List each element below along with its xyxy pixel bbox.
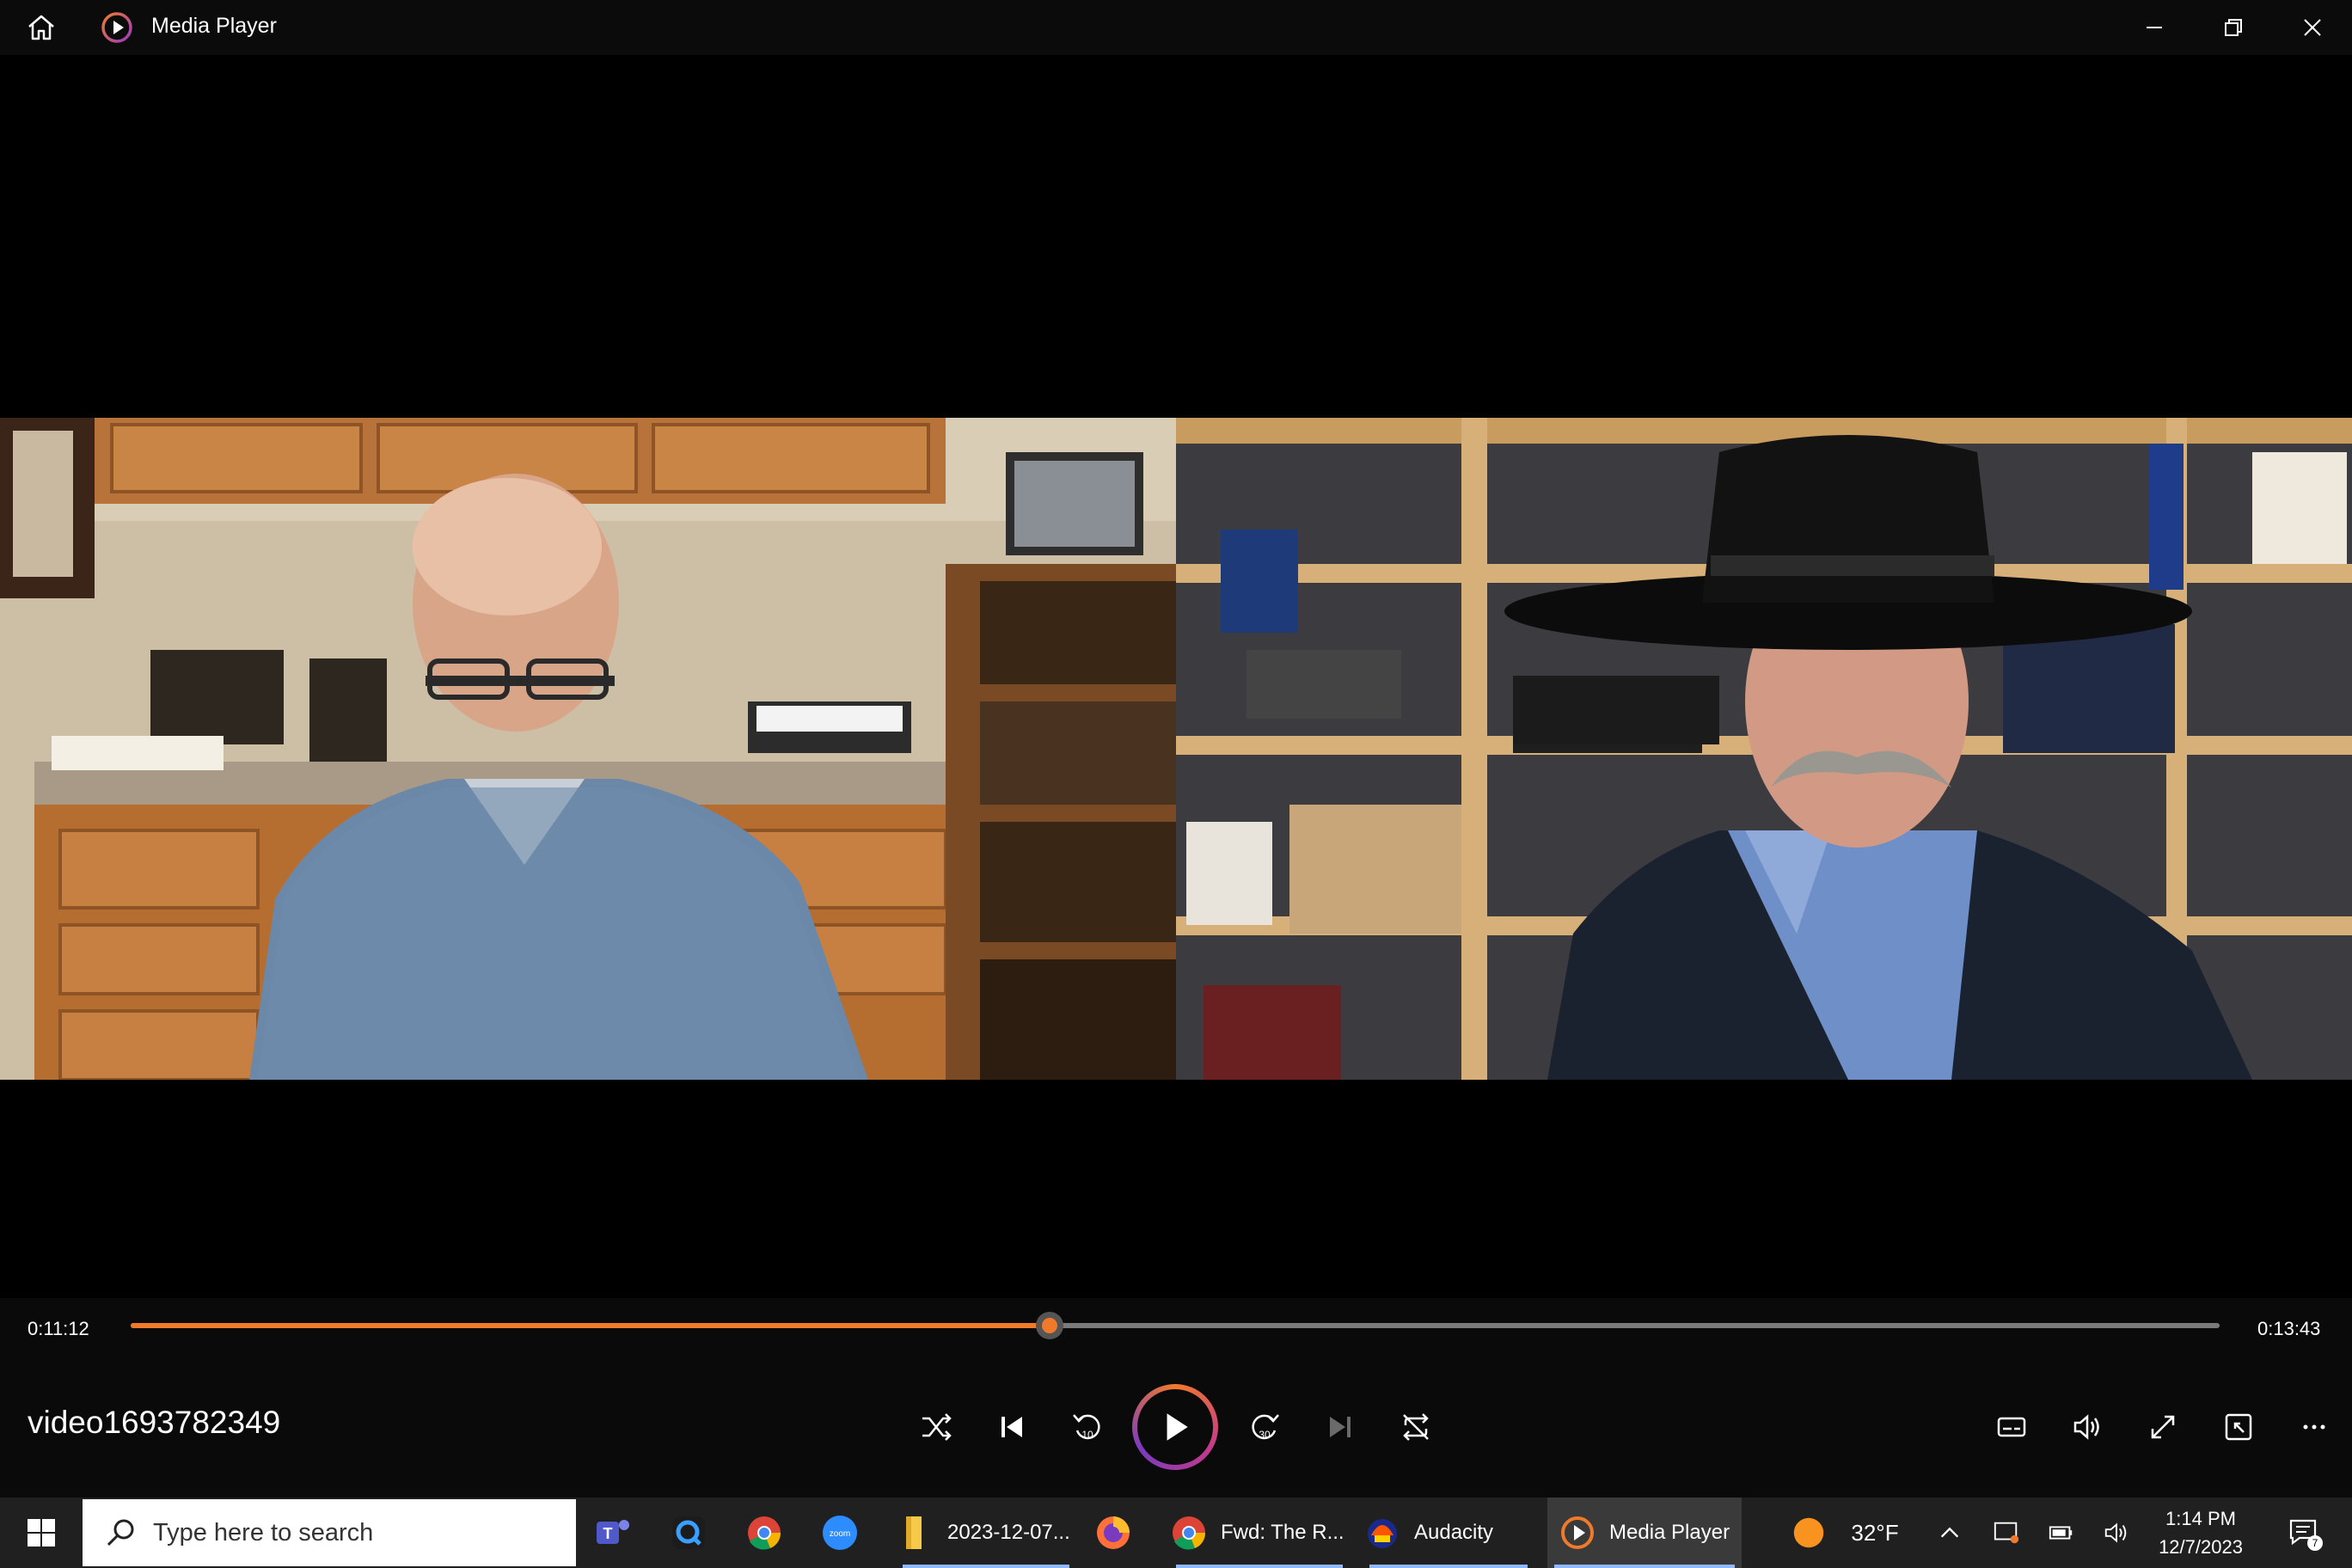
left-video-participant [0, 418, 1176, 1080]
next-icon[interactable] [1308, 1394, 1373, 1460]
teams-icon: T [593, 1513, 633, 1553]
taskbar: Type here to search T zoom 2023-12-07...… [0, 1498, 2352, 1568]
rewind-10-icon[interactable]: 10 [1055, 1394, 1120, 1460]
firefox-icon [1093, 1513, 1133, 1553]
audacity-icon [1363, 1513, 1402, 1553]
taskbar-audacity[interactable]: Audacity [1363, 1498, 1534, 1568]
windows-start-icon[interactable] [0, 1498, 83, 1568]
taskbar-quick-assist[interactable] [669, 1498, 726, 1568]
taskbar-chrome[interactable] [744, 1498, 801, 1568]
taskbar-firefox[interactable] [1093, 1498, 1150, 1568]
taskbar-teams[interactable]: T [593, 1498, 650, 1568]
svg-text:zoom: zoom [830, 1529, 850, 1539]
seek-bar[interactable] [131, 1312, 2220, 1339]
svg-text:T: T [603, 1525, 613, 1542]
shuffle-icon[interactable] [903, 1394, 969, 1460]
weather-icon[interactable] [1781, 1498, 1836, 1568]
seek-thumb[interactable] [1036, 1312, 1064, 1339]
folder-icon [896, 1513, 935, 1553]
chrome-profile-icon [1169, 1513, 1209, 1553]
forward-30-icon[interactable]: 30 [1232, 1394, 1297, 1460]
taskbar-chrome-label: Fwd: The R... [1221, 1521, 1344, 1544]
play-button[interactable] [1132, 1384, 1218, 1470]
taskbar-media-player[interactable]: Media Player [1547, 1498, 1742, 1568]
close-icon[interactable] [2273, 0, 2352, 55]
clock-date: 12/7/2023 [2159, 1536, 2243, 1558]
svg-text:30: 30 [1259, 1429, 1271, 1441]
right-video-participant [1176, 418, 2352, 1080]
svg-text:7: 7 [2312, 1537, 2318, 1549]
quick-assist-icon [669, 1513, 708, 1553]
network-remote-icon[interactable] [1982, 1498, 2030, 1568]
chevron-up-icon[interactable] [1926, 1498, 1974, 1568]
active-indicator [1554, 1565, 1735, 1568]
taskbar-search[interactable]: Type here to search [83, 1499, 576, 1566]
total-duration: 0:13:43 [2257, 1318, 2321, 1339]
minimize-icon[interactable] [2115, 0, 2194, 55]
video-frame[interactable] [0, 418, 2352, 1080]
more-icon[interactable] [2282, 1394, 2347, 1460]
clock-time: 1:14 PM [2165, 1508, 2236, 1529]
seek-progress [131, 1323, 1050, 1328]
taskbar-folder[interactable]: 2023-12-07... [896, 1498, 1076, 1568]
search-placeholder: Type here to search [153, 1518, 374, 1547]
active-indicator [903, 1565, 1069, 1568]
media-player-app-icon [100, 10, 134, 45]
taskbar-clock[interactable]: 1:14 PM 12/7/2023 [2141, 1504, 2261, 1561]
weather-temp[interactable]: 32°F [1836, 1498, 1914, 1568]
play-icon [1167, 1413, 1188, 1441]
fullscreen-icon[interactable] [2130, 1394, 2196, 1460]
taskbar-folder-label: 2023-12-07... [947, 1521, 1070, 1544]
active-indicator [1369, 1565, 1528, 1568]
window-title: Media Player [151, 14, 277, 38]
restore-icon[interactable] [2194, 0, 2273, 55]
battery-icon[interactable] [2037, 1498, 2086, 1568]
chrome-icon [744, 1513, 784, 1553]
volume-icon[interactable] [2055, 1394, 2120, 1460]
active-indicator [1176, 1565, 1343, 1568]
zoom-icon: zoom [820, 1513, 860, 1553]
notification-icon[interactable]: 7 [2275, 1498, 2335, 1568]
svg-text:10: 10 [1081, 1429, 1093, 1441]
previous-icon[interactable] [979, 1394, 1044, 1460]
miniplayer-icon[interactable] [2206, 1394, 2271, 1460]
speaker-icon[interactable] [2092, 1498, 2141, 1568]
title-bar: Media Player [0, 0, 2352, 55]
media-title: video1693782349 [28, 1405, 281, 1440]
elapsed-time: 0:11:12 [28, 1318, 89, 1339]
taskbar-media-player-label: Media Player [1609, 1521, 1730, 1544]
taskbar-chrome-window[interactable]: Fwd: The R... [1169, 1498, 1350, 1568]
captions-icon[interactable] [1979, 1394, 2044, 1460]
repeat-icon[interactable] [1383, 1394, 1449, 1460]
taskbar-zoom[interactable]: zoom [820, 1498, 877, 1568]
search-icon [107, 1519, 134, 1547]
media-player-icon [1558, 1513, 1597, 1553]
taskbar-audacity-label: Audacity [1414, 1521, 1494, 1544]
home-icon[interactable] [26, 12, 57, 43]
